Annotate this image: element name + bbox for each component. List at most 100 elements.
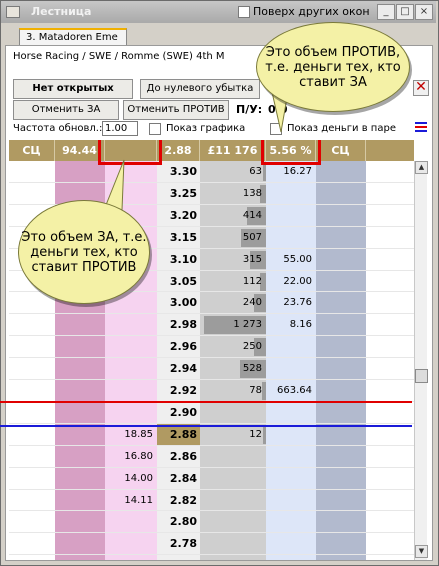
back-cell[interactable] — [105, 533, 153, 555]
header-matched-total: £11 176 — [200, 140, 266, 161]
show-pair-checkbox[interactable] — [270, 123, 282, 135]
lay-cell[interactable] — [266, 424, 312, 446]
lay-cell[interactable] — [266, 205, 312, 227]
show-pair-label: Показ деньги в паре — [287, 123, 396, 134]
lay-cell[interactable] — [266, 336, 312, 358]
title-bar[interactable]: Лестница Поверх других окон _ □ × — [1, 1, 436, 23]
traded-cell: 240 — [242, 297, 262, 309]
back-cell[interactable] — [105, 511, 153, 533]
price-cell: 3.15 — [169, 230, 197, 244]
back-volume-callout: Это объем ЗА, т.е. деньги тех, кто стави… — [18, 200, 150, 304]
price-cell: 2.94 — [169, 362, 197, 376]
ladder-app-icon — [6, 6, 20, 18]
race-path: Horse Racing / SWE / Romme (SWE) 4th M — [13, 51, 225, 62]
traded-cell: 78 — [249, 385, 262, 396]
lay-percent-highlight — [261, 140, 321, 165]
price-cell: 2.88 — [169, 427, 197, 441]
traded-cell — [200, 511, 262, 533]
scroll-up-icon[interactable]: ▲ — [415, 161, 428, 174]
lay-cell[interactable]: 22.00 — [266, 271, 312, 293]
scroll-thumb[interactable] — [415, 369, 428, 383]
profit-loss-label: П/У: — [236, 103, 263, 116]
lay-cell[interactable] — [266, 183, 312, 205]
lay-cell[interactable] — [266, 490, 312, 512]
lay-cell[interactable] — [266, 358, 312, 380]
price-cell: 2.86 — [169, 449, 197, 463]
price-cell: 2.78 — [169, 537, 197, 551]
lay-cell[interactable]: 23.76 — [266, 292, 312, 314]
to-zero-loss-button[interactable]: До нулевого убытка — [140, 79, 260, 99]
traded-cell: 315 — [242, 253, 262, 265]
window-close-button[interactable]: × — [415, 4, 433, 20]
no-open-bets-button[interactable]: Нет открытых — [13, 79, 133, 99]
price-cell: 3.05 — [169, 274, 197, 288]
show-chart-label: Показ графика — [166, 123, 246, 134]
settings-icon[interactable] — [414, 120, 428, 134]
price-cell: 2.98 — [169, 318, 197, 332]
lay-cell[interactable] — [266, 533, 312, 555]
lay-cell[interactable]: 8.16 — [266, 314, 312, 336]
back-cell[interactable]: 18.85 — [105, 424, 153, 446]
back-cell[interactable] — [105, 402, 153, 424]
price-cell: 3.20 — [169, 208, 197, 222]
price-cell: 2.96 — [169, 340, 197, 354]
traded-cell — [200, 402, 262, 424]
back-cell[interactable]: 14.11 — [105, 490, 153, 512]
refresh-rate-label: Частота обновл.: — [13, 123, 103, 134]
always-on-top-label: Поверх других окон — [253, 5, 370, 18]
show-chart-checkbox[interactable] — [149, 123, 161, 135]
lay-cell[interactable]: 663.64 — [266, 380, 312, 402]
traded-cell: 1 273 — [233, 319, 262, 331]
price-cell: 2.90 — [169, 405, 197, 419]
price-cell: 3.30 — [169, 165, 197, 178]
price-cell: 2.80 — [169, 515, 197, 529]
back-cell[interactable] — [105, 358, 153, 380]
maximize-button[interactable]: □ — [396, 4, 414, 20]
always-on-top-checkbox[interactable] — [238, 6, 250, 18]
lay-cell[interactable] — [266, 446, 312, 468]
blue-marker-line — [0, 425, 412, 427]
header-right-sc: СЦ — [316, 140, 366, 161]
back-cell[interactable]: 16.80 — [105, 446, 153, 468]
ladder-header: СЦ 94.44 % 2.88 £11 176 5.56 % СЦ — [9, 140, 414, 178]
header-last-traded-price: 2.88 — [157, 140, 200, 161]
close-ladder-icon[interactable]: ✕ — [413, 80, 429, 96]
traded-cell — [200, 446, 262, 468]
lay-cell[interactable] — [266, 511, 312, 533]
back-cell[interactable] — [105, 183, 153, 205]
price-cell: 2.82 — [169, 493, 197, 507]
traded-cell — [200, 490, 262, 512]
price-cell: 3.00 — [169, 296, 197, 310]
back-cell[interactable] — [105, 380, 153, 402]
tab-runner[interactable]: 3. Matadoren Eme — [19, 28, 127, 46]
cancel-back-button[interactable]: Отменить ЗА — [13, 100, 119, 120]
header-left-sc: СЦ — [9, 140, 55, 161]
traded-cell: 528 — [242, 363, 262, 375]
traded-cell — [200, 468, 262, 490]
lay-cell[interactable] — [266, 402, 312, 424]
traded-cell: 63 — [249, 166, 262, 177]
back-cell[interactable] — [105, 336, 153, 358]
traded-cell: 414 — [242, 209, 262, 221]
refresh-rate-input[interactable]: 1.00 — [102, 121, 138, 136]
price-cell: 2.84 — [169, 471, 197, 485]
minimize-button[interactable]: _ — [377, 4, 395, 20]
price-cell: 3.25 — [169, 186, 197, 200]
lay-cell[interactable] — [266, 468, 312, 490]
cancel-lay-button[interactable]: Отменить ПРОТИВ — [123, 100, 229, 120]
window-title: Лестница — [31, 5, 92, 18]
traded-cell: 507 — [242, 231, 262, 243]
price-cell: 3.10 — [169, 252, 197, 266]
traded-cell — [200, 533, 262, 555]
red-marker-line — [0, 401, 412, 403]
lay-volume-callout: Это объем ПРОТИВ, т.е. деньги тех, кто с… — [256, 22, 410, 112]
profit-loss-value: 0.0 — [268, 103, 288, 116]
back-cell[interactable]: 14.00 — [105, 468, 153, 490]
back-cell[interactable] — [105, 314, 153, 336]
traded-cell: 12 — [249, 428, 262, 440]
scroll-down-icon[interactable]: ▼ — [415, 545, 428, 558]
back-percent-highlight — [98, 140, 162, 165]
lay-cell[interactable]: 55.00 — [266, 249, 312, 271]
ladder-scrollbar[interactable]: ▲ ▼ — [414, 161, 428, 560]
lay-cell[interactable] — [266, 227, 312, 249]
